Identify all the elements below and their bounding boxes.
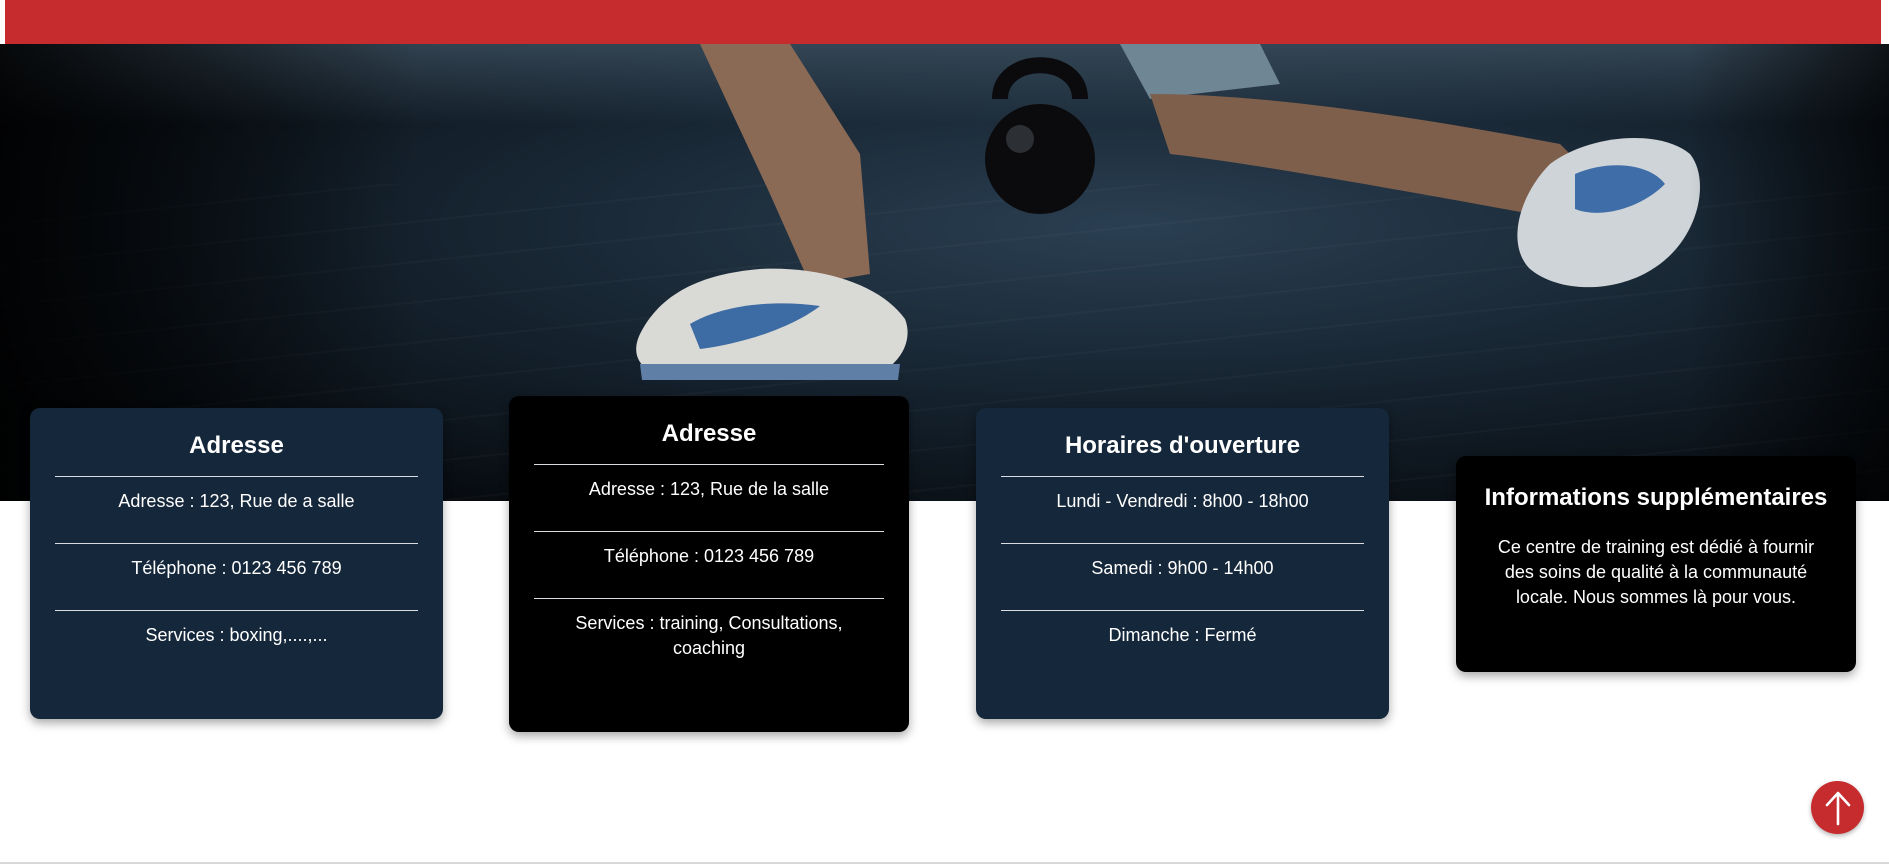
hours-saturday: Samedi : 9h00 - 14h00 [1091,558,1274,578]
card-services-line-continued: coaching [672,638,746,658]
info-card-address-1: Adresse Adresse : 123, Rue de a salle Té… [30,408,443,719]
top-header-bar [5,0,1881,44]
arrow-up-icon [1825,791,1850,825]
hours-sunday: Dimanche : Fermé [1108,625,1257,645]
shorts [1120,44,1280,99]
card-paragraph-line: locale. Nous sommes là pour vous. [1515,587,1797,607]
hero-right-shadow [1689,44,1889,501]
front-shoe-sole [640,364,900,380]
card-paragraph-line: des soins de qualité à la communauté [1504,562,1808,582]
card-title: Horaires d'ouverture [1064,432,1301,459]
info-card-opening-hours: Horaires d'ouverture Lundi - Vendredi : … [976,408,1389,719]
card-services-line: Services : training, Consultations, [575,613,843,633]
card-title: Adresse [661,420,757,447]
hours-weekdays: Lundi - Vendredi : 8h00 - 18h00 [1056,491,1309,511]
front-leg [700,44,870,284]
card-address-line: Adresse : 123, Rue de a salle [118,491,355,511]
card-address-line: Adresse : 123, Rue de la salle [588,479,830,499]
info-card-additional: Informations supplémentaires Ce centre d… [1456,456,1856,672]
kettlebell-body [985,104,1095,214]
card-title: Informations supplémentaires [1484,484,1828,511]
page: Adresse Adresse : 123, Rue de a salle Té… [0,0,1889,864]
card-paragraph-line: Ce centre de training est dédié à fourni… [1497,537,1815,557]
card-title: Adresse [189,432,284,459]
card-services-line: Services : boxing,....,... [145,625,328,645]
kettlebell-handle [992,57,1088,100]
card-phone-line: Téléphone : 0123 456 789 [603,546,815,566]
info-card-address-2: Adresse Adresse : 123, Rue de la salle T… [509,396,909,732]
kettlebell-highlight [1006,125,1034,153]
back-to-top-button[interactable] [1811,781,1864,834]
card-phone-line: Téléphone : 0123 456 789 [131,558,342,578]
